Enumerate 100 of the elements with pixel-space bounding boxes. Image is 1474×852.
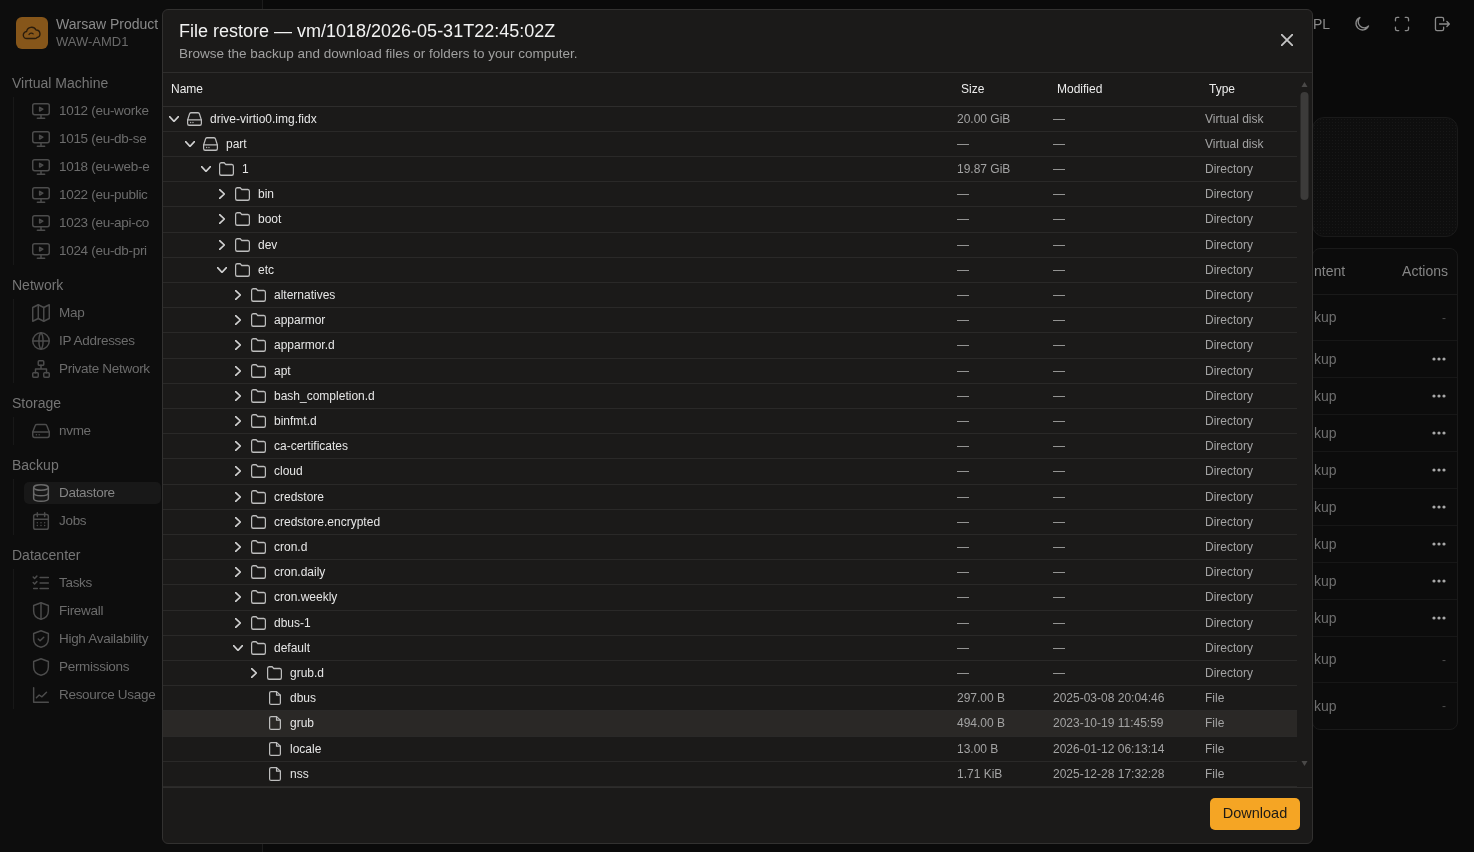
table-cell: 19.87 GiB (953, 156, 1049, 182)
table-cell: — (1049, 307, 1201, 333)
table-row[interactable]: drive-virtio0.img.fidx 20.00 GiB — Virtual disk (163, 106, 1297, 132)
chevron-right-icon[interactable] (219, 239, 225, 250)
shield-icon (32, 658, 50, 676)
sidebar-item[interactable]: Permissions (24, 656, 161, 678)
table-row[interactable]: ca-certificates — — Directory (163, 433, 1297, 459)
sidebar-item[interactable]: Tasks (24, 572, 161, 594)
table-row[interactable]: cron.weekly — — Directory (163, 584, 1297, 611)
sidebar-item[interactable]: Resource Usage (24, 684, 161, 706)
table-row[interactable]: cron.d — — Directory (163, 534, 1297, 560)
table-row[interactable]: alternatives — — Directory (163, 282, 1297, 308)
sidebar-item[interactable]: Jobs (24, 510, 161, 532)
workspace-name: Warsaw Product (56, 16, 159, 33)
download-button[interactable]: Download (1210, 798, 1300, 830)
chevron-right-icon[interactable] (235, 466, 241, 477)
sidebar-item[interactable]: nvme (24, 420, 161, 442)
table-cell: Directory (1201, 332, 1297, 359)
table-row[interactable]: apparmor.d — — Directory (163, 332, 1297, 359)
chevron-right-icon[interactable] (219, 189, 225, 200)
table-row[interactable]: apt — — Directory (163, 358, 1297, 384)
host-name: WAW-AMD1 (56, 33, 130, 50)
chevron-right-icon[interactable] (235, 516, 241, 527)
table-row[interactable]: locale 13.00 B 2026-01-12 06:13:14 File (163, 736, 1297, 762)
table-row[interactable]: dbus-1 — — Directory (163, 610, 1297, 636)
table-cell: — (1049, 534, 1201, 560)
table-row[interactable]: grub.d — — Directory (163, 660, 1297, 686)
folder-icon (235, 262, 250, 277)
table-cell: Directory (1201, 232, 1297, 258)
file-name: nss (290, 766, 309, 781)
chevron-down-icon[interactable] (185, 140, 195, 147)
more-icon[interactable] (1432, 468, 1446, 472)
sidebar-item[interactable]: Datastore (24, 482, 161, 504)
chevron-right-icon[interactable] (219, 214, 225, 225)
table-row[interactable]: bin — — Directory (163, 181, 1297, 207)
table-cell: — (953, 232, 1049, 258)
chevron-down-icon[interactable] (217, 266, 227, 273)
table-cell: Directory (1201, 559, 1297, 585)
more-icon[interactable] (1432, 431, 1446, 435)
sidebar-item[interactable]: IP Addresses (24, 330, 161, 352)
chevron-right-icon[interactable] (251, 668, 257, 679)
table-row[interactable]: default — — Directory (163, 635, 1297, 661)
logout-icon[interactable] (1434, 16, 1450, 32)
chevron-right-icon[interactable] (235, 315, 241, 326)
table-row[interactable]: dbus 297.00 B 2025-03-08 20:04:46 File (163, 685, 1297, 711)
table-row[interactable]: part — — Virtual disk (163, 131, 1297, 157)
sidebar-item[interactable]: 1022 (eu-public (24, 184, 161, 206)
chevron-right-icon[interactable] (235, 390, 241, 401)
more-icon[interactable] (1432, 542, 1446, 546)
table-row[interactable]: boot — — Directory (163, 206, 1297, 232)
table-cell-text: - (1442, 309, 1446, 327)
sidebar-item[interactable]: Firewall (24, 600, 161, 622)
chevron-down-icon[interactable] (201, 166, 211, 172)
chevron-down-icon[interactable] (233, 644, 243, 651)
sidebar-item[interactable]: 1015 (eu-db-se (24, 128, 161, 150)
table-row[interactable]: credstore — — Directory (163, 484, 1297, 510)
table-row[interactable]: credstore.encrypted — — Directory (163, 509, 1297, 535)
chevron-right-icon[interactable] (235, 491, 241, 502)
table-row[interactable]: cloud — — Directory (163, 458, 1297, 485)
table-row[interactable]: apparmor — — Directory (163, 307, 1297, 333)
table-row[interactable]: cron.daily — — Directory (163, 559, 1297, 585)
table-cell: — (953, 383, 1049, 409)
more-icon[interactable] (1432, 616, 1446, 620)
chevron-right-icon[interactable] (235, 617, 241, 628)
column-header: Name (163, 73, 953, 106)
chevron-right-icon[interactable] (235, 441, 241, 452)
chevron-right-icon[interactable] (235, 567, 241, 578)
more-icon[interactable] (1432, 579, 1446, 583)
chevron-right-icon[interactable] (235, 416, 241, 427)
chevron-down-icon[interactable] (169, 115, 179, 122)
table-row[interactable]: binfmt.d — — Directory (163, 408, 1297, 434)
table-cell: 1.71 KiB (953, 761, 1049, 787)
chevron-right-icon[interactable] (235, 542, 241, 553)
folder-icon (251, 565, 266, 580)
table-row[interactable]: etc — — Directory (163, 257, 1297, 283)
sidebar-item[interactable]: 1018 (eu-web-e (24, 156, 161, 178)
chevron-right-icon[interactable] (235, 365, 241, 376)
table-cell-text: - (1442, 651, 1446, 669)
moon-icon[interactable] (1354, 16, 1370, 32)
table-row[interactable]: dev — — Directory (163, 232, 1297, 258)
sidebar-item[interactable]: 1024 (eu-db-pri (24, 240, 161, 262)
sidebar-item[interactable]: 1023 (eu-api-co (24, 212, 161, 234)
more-icon[interactable] (1432, 357, 1446, 361)
table-row[interactable]: nss 1.71 KiB 2025-12-28 17:32:28 File (163, 761, 1297, 787)
sidebar-item[interactable]: High Availability (24, 628, 161, 650)
sidebar-item[interactable]: 1012 (eu-worke (24, 100, 161, 122)
language-button[interactable]: PL (1312, 13, 1330, 35)
sidebar-item[interactable]: Private Network (24, 358, 161, 380)
close-button[interactable] (1281, 34, 1293, 46)
file-name: apt (274, 363, 291, 378)
chevron-right-icon[interactable] (235, 340, 241, 351)
table-row[interactable]: 1 19.87 GiB — Directory (163, 156, 1297, 182)
more-icon[interactable] (1432, 505, 1446, 509)
more-icon[interactable] (1432, 394, 1446, 398)
table-row[interactable]: bash_completion.d — — Directory (163, 383, 1297, 409)
fullscreen-icon[interactable] (1394, 16, 1410, 32)
table-cell: — (1049, 181, 1201, 207)
sidebar-item[interactable]: Map (24, 302, 161, 324)
chevron-right-icon[interactable] (235, 290, 241, 300)
chevron-right-icon[interactable] (235, 592, 241, 603)
